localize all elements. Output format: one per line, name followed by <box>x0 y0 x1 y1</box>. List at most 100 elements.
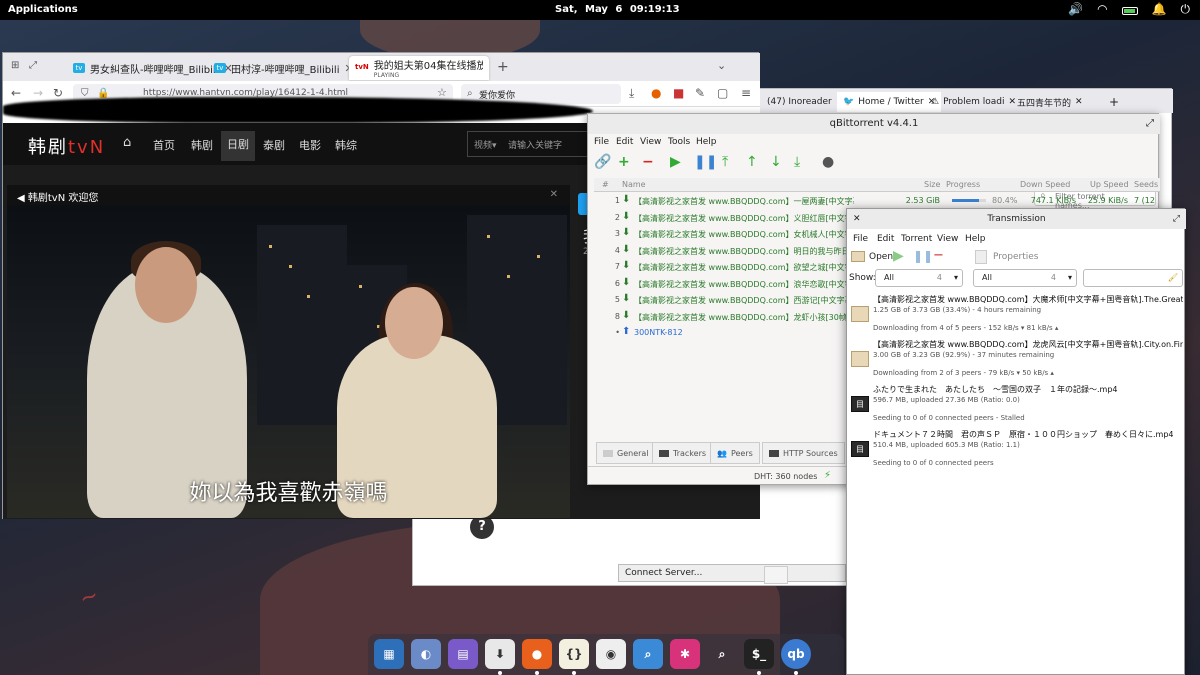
home-icon[interactable]: ⌂ <box>123 135 131 150</box>
menu-help[interactable]: Help <box>965 234 986 244</box>
code-icon[interactable]: {} <box>559 639 589 675</box>
move-up-icon[interactable]: ↑ <box>746 154 758 170</box>
battery-icon[interactable] <box>1121 2 1138 17</box>
table-row[interactable]: 1⬇【高清影视之家首发 www.BBQDDQ.com】一屋两妻[中文字幕+国粤语… <box>594 193 1160 209</box>
downloads-icon[interactable]: ⤓ <box>629 86 634 101</box>
col-number[interactable]: # <box>602 180 609 189</box>
tab-problem[interactable]: ⚠ Problem loadi ✕ <box>925 92 1022 112</box>
list-item[interactable]: 目ふたりで生まれた あたしたち 〜雪国の双子 １年の記録〜.mp4 596.7 M… <box>847 384 1186 430</box>
nav-variety[interactable]: 韩综 <box>335 137 357 153</box>
col-size[interactable]: Size <box>924 180 940 189</box>
tab-youth-day[interactable]: 五四青年节的 ✕ <box>1011 92 1089 112</box>
screenshot-icon[interactable]: ▢ <box>717 86 728 100</box>
site-logo[interactable]: 韩剧tvN <box>28 133 105 159</box>
resume-icon[interactable]: ▶ <box>670 154 681 170</box>
col-seeds[interactable]: Seeds <box>1134 180 1158 189</box>
menu-icon[interactable]: ≡ <box>741 86 751 100</box>
nav-korean-drama[interactable]: 韩剧 <box>191 137 213 153</box>
remove-icon[interactable]: − <box>642 154 654 170</box>
wifi-icon[interactable]: ◠ <box>1097 2 1107 17</box>
remove-icon[interactable]: − <box>933 248 944 263</box>
new-tab-button[interactable]: + <box>497 59 509 75</box>
col-name[interactable]: Name <box>622 180 646 189</box>
nav-home[interactable]: 首页 <box>153 137 175 153</box>
site-search-input[interactable]: 请输入关键字 <box>508 141 562 151</box>
menu-file[interactable]: File <box>853 234 868 244</box>
maximize-icon[interactable]: ⤢ <box>1173 209 1180 229</box>
tweaks-icon[interactable]: ✱ <box>670 639 700 669</box>
nav-movies[interactable]: 电影 <box>299 137 321 153</box>
tab-tvn-playing[interactable]: tvN我的姐夫第04集在线播放_日剧PLAYING <box>349 56 489 80</box>
terminal-icon[interactable]: $_ <box>744 639 774 675</box>
close-icon[interactable]: ✕ <box>853 209 861 229</box>
qbittorrent-icon[interactable]: qb <box>781 639 811 675</box>
list-item[interactable]: 目ドキュメント７２時間 君の声ＳＰ 原宿・１００円ショップ 春めく日々に.mp4… <box>847 429 1186 475</box>
video-player[interactable]: ◀ 韩剧tvN 欢迎您 ✕ 妳以為我喜歡赤嶺嗎 <box>7 185 570 518</box>
tab-peers[interactable]: 👥 Peers <box>710 442 760 464</box>
maximize-icon[interactable]: ⤢ <box>1146 114 1154 134</box>
start-icon[interactable]: ▶ <box>893 248 904 264</box>
extensions-icon[interactable]: ✎ <box>695 86 705 100</box>
tab-bilibili-2[interactable]: tv田村淳-哔哩哔哩_Bilibili✕ <box>208 56 360 80</box>
menu-edit[interactable]: Edit <box>616 137 633 147</box>
options-icon[interactable]: ● <box>822 154 834 170</box>
menu-view[interactable]: View <box>640 137 661 147</box>
move-bottom-icon[interactable]: ⤓ <box>794 154 800 170</box>
tab-overview-icon[interactable]: ⊞ <box>11 60 19 71</box>
close-icon[interactable]: ✕ <box>550 189 558 200</box>
menu-tools[interactable]: Tools <box>668 137 690 147</box>
status-filter[interactable]: All 4 ▾ <box>875 269 963 287</box>
open-button[interactable]: Open <box>869 252 893 262</box>
shield-icon[interactable]: ⛉ <box>81 88 89 99</box>
firefox-icon[interactable]: ● <box>522 639 552 675</box>
move-down-icon[interactable]: ↓ <box>770 154 782 170</box>
clear-icon[interactable]: 🖌 <box>1168 273 1178 282</box>
pause-icon[interactable]: ❚❚ <box>694 154 717 170</box>
power-icon[interactable]: ⏻ <box>1181 2 1191 17</box>
nav-thai-drama[interactable]: 泰剧 <box>263 137 285 153</box>
search-type-select[interactable]: 视频▾ <box>474 141 497 151</box>
list-item[interactable]: 【高清影视之家首发 www.BBQDDQ.com】大魔术师[中文字幕+国粤音轨]… <box>847 294 1186 340</box>
tab-general[interactable]: General <box>596 442 656 464</box>
close-icon[interactable]: ✕ <box>1075 97 1083 107</box>
tab-http-sources[interactable]: HTTP Sources <box>762 442 845 464</box>
properties-button[interactable]: Properties <box>993 252 1038 262</box>
back-icon[interactable]: ← <box>11 86 21 100</box>
nav-japanese-drama[interactable]: 日剧 <box>221 131 255 161</box>
menu-torrent[interactable]: Torrent <box>901 234 932 244</box>
tab-trackers[interactable]: Trackers <box>652 442 714 464</box>
move-top-icon[interactable]: ⤒ <box>722 154 728 170</box>
tab-list-icon[interactable]: ⌄ <box>717 59 726 72</box>
menu-file[interactable]: File <box>594 137 609 147</box>
toggle-icon[interactable]: ◐ <box>411 639 441 669</box>
music-icon[interactable]: ◉ <box>596 639 626 669</box>
volume-icon[interactable]: 🔊 <box>1068 2 1083 17</box>
connection-icon[interactable]: ⚡ <box>824 470 831 481</box>
new-tab-button[interactable]: + <box>1103 92 1125 112</box>
finder-icon[interactable]: ⌕ <box>633 639 663 669</box>
applications-menu[interactable]: Applications <box>8 4 78 15</box>
menu-help[interactable]: Help <box>696 137 717 147</box>
download-icon[interactable]: ⬇ <box>485 639 515 675</box>
fullscreen-icon[interactable]: ⤢ <box>29 60 37 71</box>
forward-icon[interactable]: → <box>33 86 43 100</box>
list-item[interactable]: 【高清影视之家首发 www.BBQDDQ.com】龙虎风云[中文字幕+国粤音轨]… <box>847 339 1186 385</box>
add-torrent-icon[interactable]: + <box>618 154 630 170</box>
extension-icon[interactable]: ● <box>651 86 661 100</box>
pause-icon[interactable]: ❚❚ <box>913 249 933 263</box>
col-down-speed[interactable]: Down Speed <box>1020 180 1070 189</box>
screen-icon[interactable]: ▦ <box>374 639 404 669</box>
add-link-icon[interactable]: 🔗 <box>594 154 611 170</box>
col-up-speed[interactable]: Up Speed <box>1090 180 1129 189</box>
menu-view[interactable]: View <box>937 234 958 244</box>
notification-icon[interactable]: 🔔 <box>1152 2 1167 17</box>
search-input[interactable]: 🖌 <box>1083 269 1183 287</box>
reload-icon[interactable]: ↻ <box>53 86 63 100</box>
search-icon[interactable]: ⌕ <box>707 639 737 669</box>
adblock-icon[interactable]: ■ <box>673 86 684 100</box>
store-icon[interactable]: ▤ <box>448 639 478 669</box>
menu-edit[interactable]: Edit <box>877 234 894 244</box>
clock[interactable]: Sat, May 6 09:19:13 <box>555 4 680 15</box>
bookmark-star-icon[interactable]: ☆ <box>437 86 447 99</box>
tracker-filter[interactable]: All 4 ▾ <box>973 269 1077 287</box>
